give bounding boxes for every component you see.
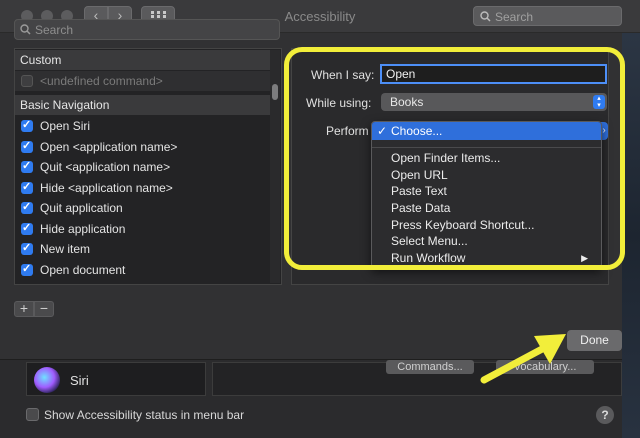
command-label: Open document — [40, 263, 126, 277]
command-checkbox[interactable]: ✓ — [21, 242, 33, 255]
status-menu-checkbox[interactable] — [26, 408, 39, 421]
commands-search-placeholder: Search — [35, 23, 74, 37]
group-header-basic-navigation: Basic Navigation — [15, 95, 270, 115]
checkmark-icon: ✓ — [22, 140, 32, 152]
checkmark-icon: ✓ — [22, 160, 32, 172]
command-label: Open <application name> — [40, 140, 178, 154]
group-header-custom: Custom — [15, 50, 270, 70]
list-item[interactable]: ✓ New item — [15, 239, 270, 259]
yellow-arrow-icon — [480, 334, 566, 384]
list-item[interactable]: ✓ Quit <application name> — [15, 157, 270, 177]
command-label: <undefined command> — [40, 74, 163, 88]
siri-icon — [34, 367, 60, 393]
list-item[interactable]: ✓ Hide <application name> — [15, 178, 270, 198]
help-button[interactable]: ? — [596, 406, 614, 424]
checkmark-icon: ✓ — [22, 119, 32, 131]
command-checkbox[interactable]: ✓ — [21, 160, 33, 173]
search-icon — [480, 11, 491, 22]
command-checkbox[interactable]: ✓ — [21, 222, 33, 235]
command-label: Quit <application name> — [40, 160, 171, 174]
remove-command-button[interactable]: − — [34, 301, 54, 317]
command-checkbox[interactable] — [21, 75, 33, 87]
command-checkbox[interactable]: ✓ — [21, 140, 33, 153]
category-siri-label[interactable]: Siri — [70, 373, 89, 388]
add-command-button[interactable]: + — [14, 301, 34, 317]
checkmark-icon: ✓ — [22, 263, 32, 275]
list-item[interactable]: ✓ Open Siri — [15, 116, 270, 136]
command-checkbox[interactable]: ✓ — [21, 201, 33, 214]
status-menu-checkbox-label: Show Accessibility status in menu bar — [44, 408, 245, 422]
command-label: Quit application — [40, 201, 123, 215]
list-item[interactable]: ✓ Open document — [15, 260, 270, 280]
checkmark-icon: ✓ — [22, 222, 32, 234]
commands-list-scroll-thumb[interactable] — [272, 84, 278, 100]
command-label: New item — [40, 242, 91, 256]
command-label: Hide application — [40, 222, 126, 236]
window-search-field[interactable]: Search — [473, 6, 622, 26]
command-label: Open Siri — [40, 119, 91, 133]
search-icon — [20, 24, 31, 35]
commands-list: Custom <undefined command> Basic Navigat… — [14, 48, 282, 285]
list-item[interactable]: ✓ Open <application name> — [15, 137, 270, 157]
command-checkbox[interactable]: ✓ — [21, 263, 33, 276]
list-item[interactable]: ✓ Quit application — [15, 198, 270, 218]
list-item[interactable]: ✓ Hide application — [15, 219, 270, 239]
window-search-placeholder: Search — [495, 10, 534, 24]
checkmark-icon: ✓ — [22, 242, 32, 254]
commands-search-input[interactable]: Search — [14, 19, 280, 40]
commands-button[interactable]: Commands... — [386, 360, 474, 374]
command-checkbox[interactable]: ✓ — [21, 119, 33, 132]
checkmark-icon: ✓ — [22, 201, 32, 213]
list-item[interactable]: <undefined command> — [15, 71, 270, 91]
yellow-highlight-frame — [284, 47, 625, 270]
command-checkbox[interactable]: ✓ — [21, 181, 33, 194]
command-label: Hide <application name> — [40, 181, 173, 195]
checkmark-icon: ✓ — [22, 181, 32, 193]
